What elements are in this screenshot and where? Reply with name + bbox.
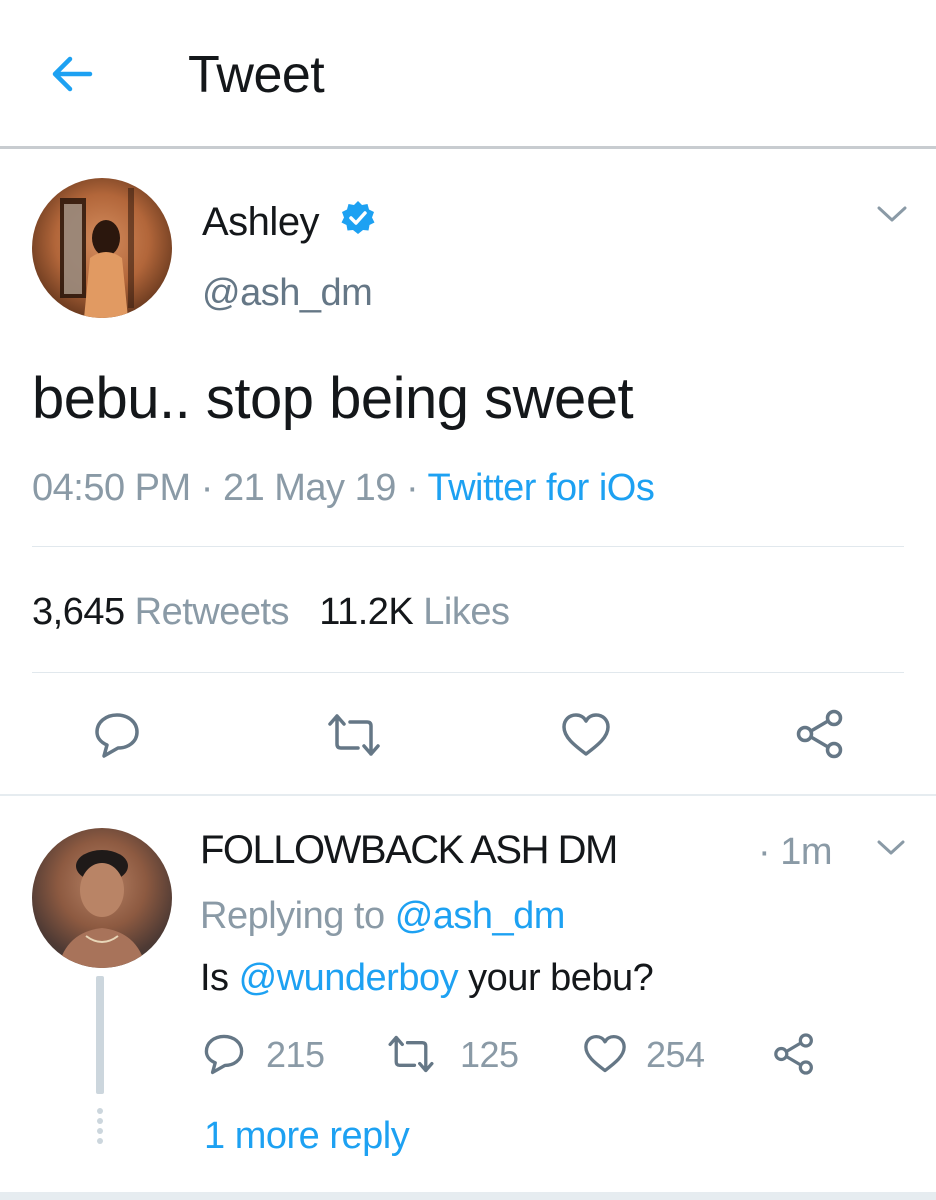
like-icon[interactable]	[582, 1034, 628, 1074]
reply-icon[interactable]	[92, 710, 142, 760]
reply-text-suffix: your bebu?	[468, 957, 654, 999]
mention-link[interactable]: @wunderboy	[239, 957, 459, 999]
meta-separator: ·	[405, 467, 419, 509]
retweets-stat[interactable]: 3,645 Retweets	[32, 591, 290, 633]
verified-badge-icon	[340, 200, 376, 236]
tweet-meta: 04:50 PM · 21 May 19 · Twitter for iOs	[32, 462, 655, 514]
bottom-divider	[0, 1192, 936, 1200]
chevron-down-icon[interactable]	[876, 838, 906, 858]
retweets-label: Retweets	[134, 591, 290, 633]
likes-count: 11.2K	[319, 591, 414, 633]
thread-dots	[97, 1108, 103, 1144]
tweet-time: 04:50 PM	[32, 467, 191, 509]
back-arrow-icon[interactable]	[48, 50, 96, 98]
replying-to: Replying to @ash_dm	[200, 890, 565, 942]
like-count: 254	[646, 1034, 705, 1075]
retweet-icon[interactable]	[386, 1034, 436, 1074]
page-title: Tweet	[188, 46, 325, 104]
reply-count: 215	[266, 1034, 325, 1075]
replying-handle-link[interactable]: @ash_dm	[395, 895, 566, 937]
more-replies-link[interactable]: 1 more reply	[204, 1110, 410, 1162]
tweet-text: bebu.. stop being sweet	[32, 366, 634, 431]
thread-line	[96, 976, 104, 1094]
reply-icon[interactable]	[202, 1032, 246, 1076]
retweet-count: 125	[460, 1034, 519, 1075]
like-icon[interactable]	[560, 712, 612, 758]
likes-label: Likes	[423, 591, 510, 633]
author-name[interactable]: Ashley	[202, 196, 320, 248]
replying-prefix: Replying to	[200, 895, 385, 937]
author-avatar[interactable]	[32, 178, 172, 318]
reply-author-name[interactable]: FOLLOWBACK ASH DM	[200, 822, 618, 878]
tweet-stats: 3,645 Retweets 11.2K Likes	[32, 586, 510, 638]
likes-stat[interactable]: 11.2K Likes	[319, 591, 510, 633]
header-divider	[0, 146, 936, 149]
section-divider	[0, 794, 936, 796]
divider	[32, 546, 904, 547]
top-bar	[0, 0, 936, 146]
meta-separator: ·	[200, 467, 214, 509]
tweet-date: 21 May 19	[222, 467, 396, 509]
chevron-down-icon[interactable]	[876, 204, 908, 224]
tweet-source-link[interactable]: Twitter for iOs	[427, 467, 654, 509]
reply-text: Is @wunderboy your bebu?	[200, 952, 654, 1004]
reply-author-avatar[interactable]	[32, 828, 172, 968]
retweets-count: 3,645	[32, 591, 125, 633]
share-icon[interactable]	[772, 1032, 816, 1076]
retweet-icon[interactable]	[326, 712, 382, 758]
divider	[32, 672, 904, 673]
reply-text-prefix: Is	[200, 957, 229, 999]
author-handle[interactable]: @ash_dm	[202, 270, 373, 316]
reply-timestamp: · 1m	[758, 831, 833, 873]
share-icon[interactable]	[794, 708, 846, 760]
